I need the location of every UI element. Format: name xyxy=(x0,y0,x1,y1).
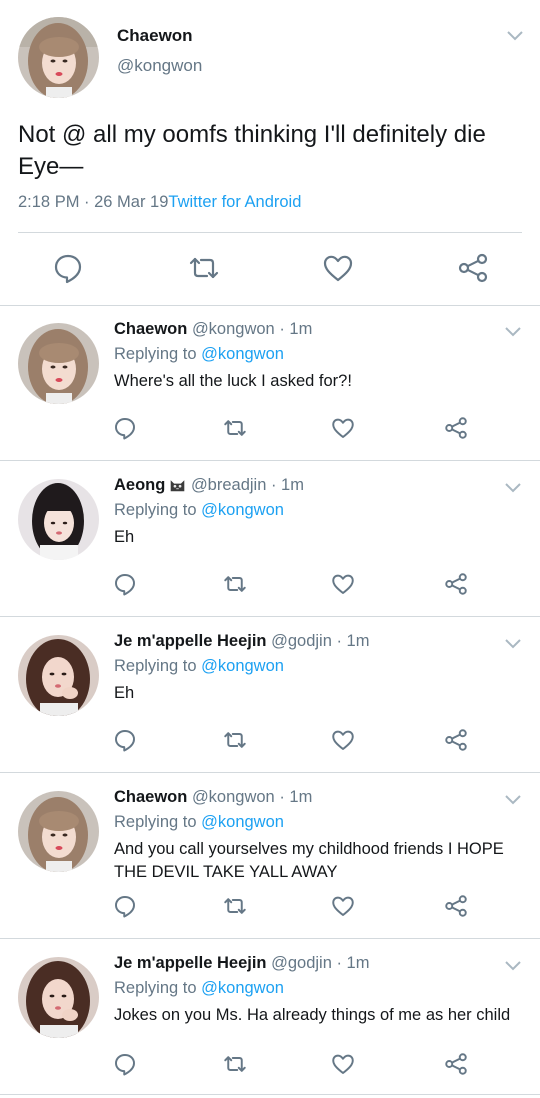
replying-to: Replying to @kongwon xyxy=(114,657,284,676)
chevron-down-icon[interactable] xyxy=(504,794,522,806)
chevron-down-icon[interactable] xyxy=(504,326,522,338)
author-handle[interactable]: @kongwon · 1m xyxy=(192,788,312,806)
chevron-down-icon[interactable] xyxy=(506,30,524,42)
reply-tweet[interactable]: Chaewon @kongwon · 1m Replying to @kongw… xyxy=(0,774,540,939)
share-icon[interactable] xyxy=(444,572,468,596)
reply-icon[interactable] xyxy=(52,252,84,284)
divider xyxy=(0,616,540,617)
retweet-icon[interactable] xyxy=(223,728,247,752)
reply-text: Eh xyxy=(114,684,135,702)
divider xyxy=(0,772,540,773)
tweet-source[interactable]: Twitter for Android xyxy=(168,193,301,211)
replying-to: Replying to @kongwon xyxy=(114,501,284,520)
reply-header: Chaewon @kongwon · 1m xyxy=(114,788,312,807)
author-handle[interactable]: @kongwon · 1m xyxy=(192,320,312,338)
tweet-text: Not @ all my oomfs thinking I'll definit… xyxy=(18,121,486,180)
share-icon[interactable] xyxy=(444,728,468,752)
main-tweet: Chaewon @kongwon Not @ all my oomfs thin… xyxy=(0,0,540,305)
replying-label: Replying to xyxy=(114,813,197,831)
like-icon[interactable] xyxy=(322,252,354,284)
reply-header: Aeong @breadjin · 1m xyxy=(114,476,304,495)
author-handle[interactable]: @breadjin · 1m xyxy=(191,476,304,494)
reply-tweet[interactable]: Je m'appelle Heejin @godjin · 1m Replyin… xyxy=(0,618,540,773)
like-icon[interactable] xyxy=(331,572,355,596)
mention-link[interactable]: @kongwon xyxy=(201,657,284,675)
author-name[interactable]: Je m'appelle Heejin xyxy=(114,954,267,972)
reply-icon[interactable] xyxy=(113,894,137,918)
retweet-icon[interactable] xyxy=(223,1052,247,1076)
replying-to: Replying to @kongwon xyxy=(114,813,284,832)
reply-header: Je m'appelle Heejin @godjin · 1m xyxy=(114,954,369,973)
author-name[interactable]: Chaewon xyxy=(114,788,187,806)
reply-icon[interactable] xyxy=(113,572,137,596)
divider xyxy=(18,232,522,233)
avatar[interactable] xyxy=(18,323,99,404)
replying-to: Replying to @kongwon xyxy=(114,345,284,364)
reply-tweet[interactable]: Chaewon @kongwon · 1m Replying to @kongw… xyxy=(0,306,540,461)
reply-text: And you call yourselves my childhood fri… xyxy=(114,840,504,881)
reply-icon[interactable] xyxy=(113,1052,137,1076)
reply-text: Where's all the luck I asked for?! xyxy=(114,372,352,390)
divider xyxy=(0,460,540,461)
reply-tweet[interactable]: Aeong @breadjin · 1m Replying to @kongwo… xyxy=(0,462,540,617)
share-icon[interactable] xyxy=(444,1052,468,1076)
mention-link[interactable]: @kongwon xyxy=(201,345,284,363)
divider xyxy=(0,1094,540,1095)
cat-face-emoji xyxy=(165,476,186,494)
retweet-icon[interactable] xyxy=(223,416,247,440)
tweet-meta: 2:18 PM · 26 Mar 19Twitter for Android xyxy=(18,193,301,212)
share-icon[interactable] xyxy=(444,416,468,440)
mention-link[interactable]: @kongwon xyxy=(201,979,284,997)
replying-to: Replying to @kongwon xyxy=(114,979,284,998)
like-icon[interactable] xyxy=(331,416,355,440)
avatar[interactable] xyxy=(18,957,99,1038)
mention-link[interactable]: @kongwon xyxy=(201,501,284,519)
reply-header: Chaewon @kongwon · 1m xyxy=(114,320,312,339)
author-handle[interactable]: @godjin · 1m xyxy=(271,632,369,650)
like-icon[interactable] xyxy=(331,1052,355,1076)
replying-label: Replying to xyxy=(114,501,197,519)
avatar[interactable] xyxy=(18,791,99,872)
author-name[interactable]: Je m'appelle Heejin xyxy=(114,632,267,650)
author-name[interactable]: Aeong xyxy=(114,476,165,494)
mention-link[interactable]: @kongwon xyxy=(201,813,284,831)
avatar[interactable] xyxy=(18,17,99,98)
share-icon[interactable] xyxy=(444,894,468,918)
avatar[interactable] xyxy=(18,479,99,560)
reply-text: Jokes on you Ms. Ha already things of me… xyxy=(114,1006,511,1024)
chevron-down-icon[interactable] xyxy=(504,482,522,494)
author-name[interactable]: Chaewon xyxy=(117,26,193,46)
reply-tweet[interactable]: Je m'appelle Heejin @godjin · 1m Replyin… xyxy=(0,940,540,1095)
chevron-down-icon[interactable] xyxy=(504,638,522,650)
like-icon[interactable] xyxy=(331,728,355,752)
reply-text: Eh xyxy=(114,528,135,546)
replying-label: Replying to xyxy=(114,345,197,363)
reply-icon[interactable] xyxy=(113,416,137,440)
retweet-icon[interactable] xyxy=(223,894,247,918)
author-handle[interactable]: @kongwon xyxy=(117,56,202,76)
replying-label: Replying to xyxy=(114,979,197,997)
avatar[interactable] xyxy=(18,635,99,716)
author-handle[interactable]: @godjin · 1m xyxy=(271,954,369,972)
chevron-down-icon[interactable] xyxy=(504,960,522,972)
author-name[interactable]: Chaewon xyxy=(114,320,187,338)
divider xyxy=(0,938,540,939)
retweet-icon[interactable] xyxy=(223,572,247,596)
share-icon[interactable] xyxy=(457,252,489,284)
replying-label: Replying to xyxy=(114,657,197,675)
reply-header: Je m'appelle Heejin @godjin · 1m xyxy=(114,632,369,651)
reply-icon[interactable] xyxy=(113,728,137,752)
tweet-time[interactable]: 2:18 PM · 26 Mar 19 xyxy=(18,193,168,211)
retweet-icon[interactable] xyxy=(188,252,220,284)
like-icon[interactable] xyxy=(331,894,355,918)
